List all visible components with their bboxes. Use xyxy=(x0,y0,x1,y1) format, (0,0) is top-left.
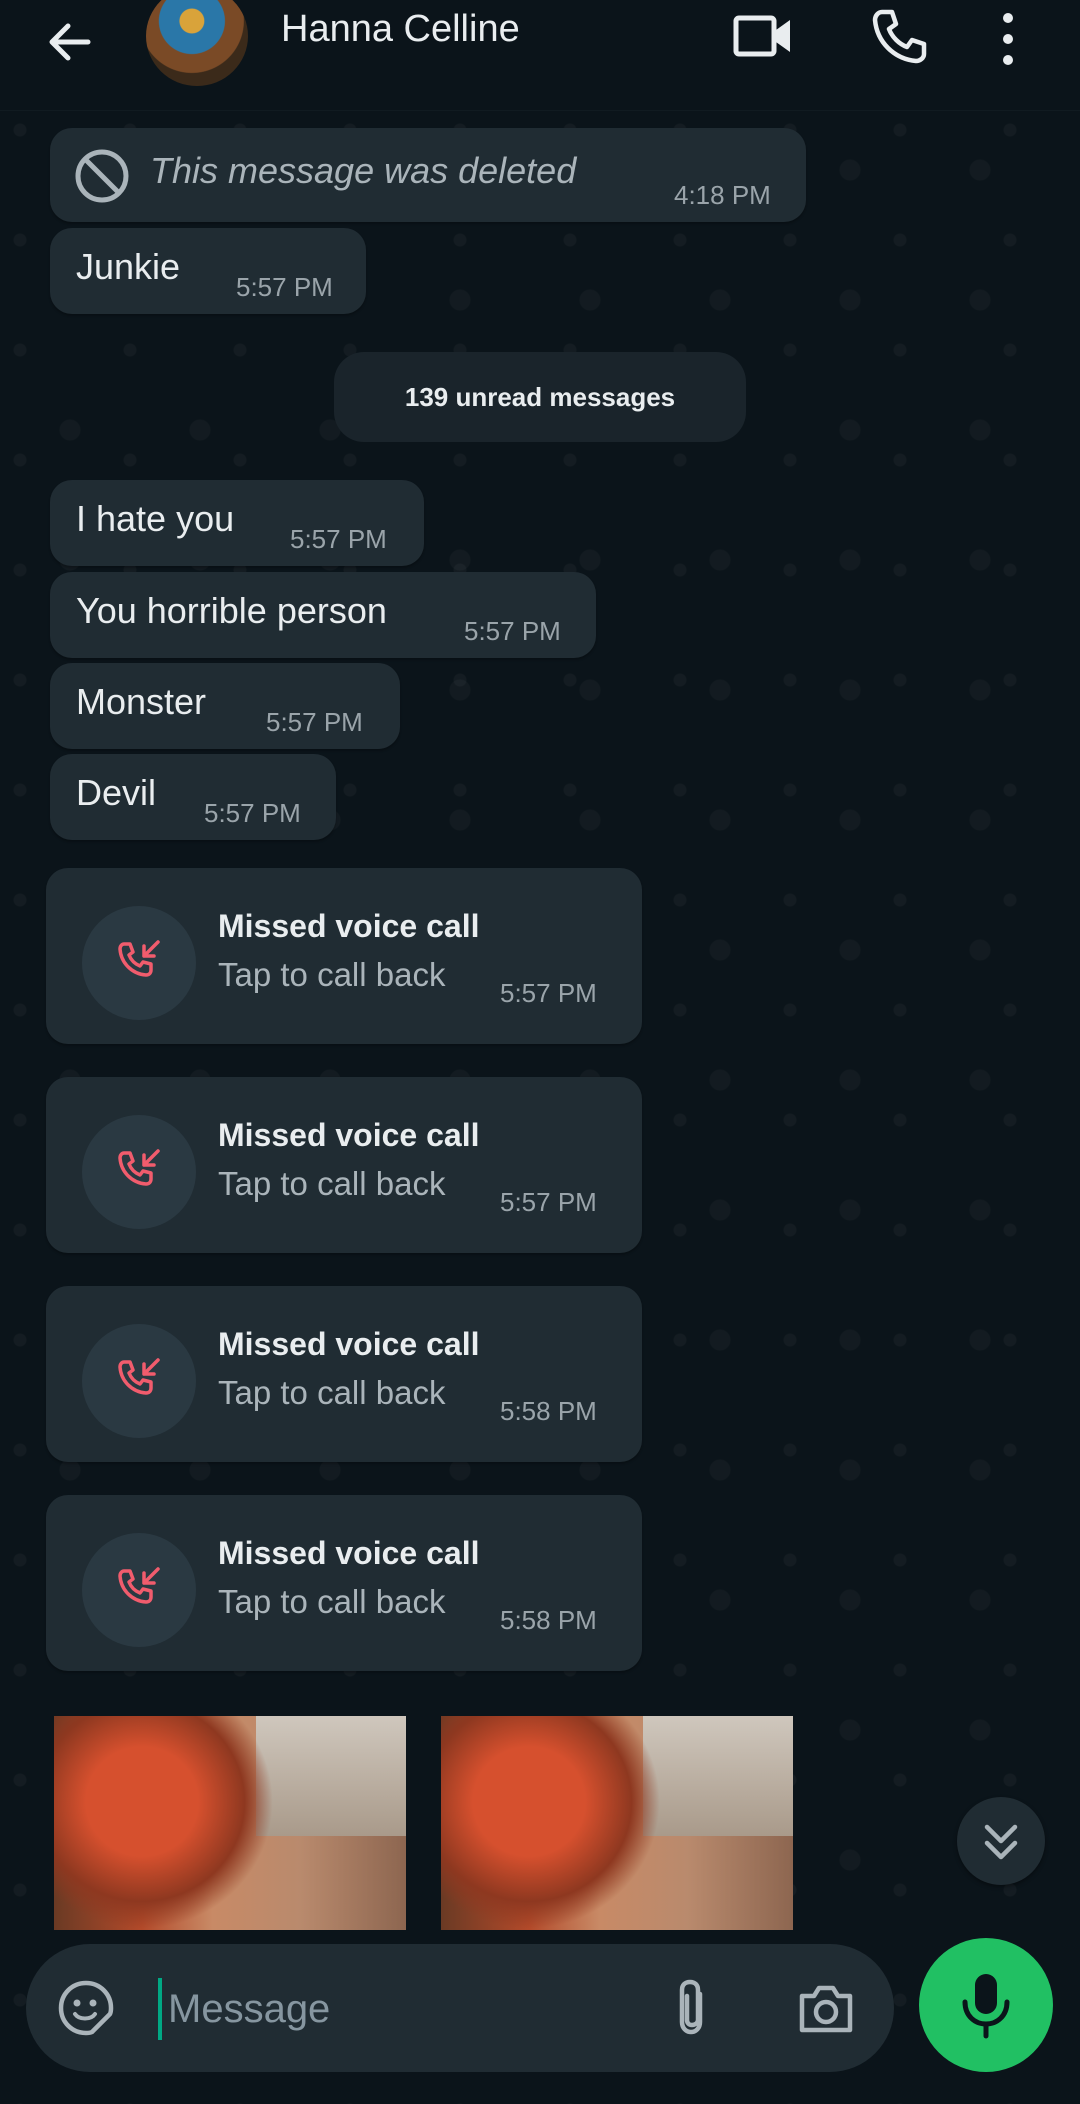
message-text: Monster xyxy=(76,681,207,722)
message-bubble[interactable]: Devil 5:57 PM xyxy=(50,754,336,840)
missed-call-card[interactable]: Missed voice call Tap to call back 5:58 … xyxy=(46,1495,642,1671)
message-input[interactable] xyxy=(158,1978,650,2040)
call-time: 5:57 PM xyxy=(500,978,597,1008)
message-text: Junkie xyxy=(76,246,181,287)
camera-icon[interactable] xyxy=(796,1980,856,2036)
contact-name[interactable]: Hanna Celline xyxy=(281,8,520,51)
message-time: 4:18 PM xyxy=(674,180,771,210)
call-subtitle: Tap to call back xyxy=(218,1374,446,1411)
mic-icon xyxy=(962,1974,1010,2039)
call-title: Missed voice call xyxy=(218,908,480,944)
attach-icon[interactable] xyxy=(666,1976,716,2040)
message-bubble[interactable]: I hate you 5:57 PM xyxy=(50,480,424,566)
message-bubble[interactable]: Monster 5:57 PM xyxy=(50,663,400,749)
missed-call-icon xyxy=(82,1115,196,1229)
call-time: 5:58 PM xyxy=(500,1396,597,1426)
missed-call-card[interactable]: Missed voice call Tap to call back 5:57 … xyxy=(46,1077,642,1253)
missed-call-icon xyxy=(82,906,196,1020)
call-time: 5:58 PM xyxy=(500,1605,597,1635)
message-time: 5:57 PM xyxy=(236,272,333,302)
call-subtitle: Tap to call back xyxy=(218,1583,446,1620)
more-vert-icon[interactable] xyxy=(988,6,1028,66)
call-title: Missed voice call xyxy=(218,1326,480,1362)
thumbnail-background xyxy=(256,1716,406,1836)
chat-header: Hanna Celline xyxy=(0,0,1080,111)
message-text: This message was deleted xyxy=(150,150,577,191)
unread-divider: 139 unread messages xyxy=(334,352,746,442)
thumbnail-subject xyxy=(54,1716,274,1930)
message-bubble[interactable]: You horrible person 5:57 PM xyxy=(50,572,596,658)
media-thumbnail[interactable] xyxy=(54,1716,406,1930)
blocked-icon xyxy=(74,148,130,204)
sticker-icon[interactable] xyxy=(56,1978,116,2038)
message-bubble[interactable]: Junkie 5:57 PM xyxy=(50,228,366,314)
missed-call-icon xyxy=(82,1533,196,1647)
voice-call-icon[interactable] xyxy=(868,6,932,66)
message-composer xyxy=(26,1944,894,2072)
voice-message-button[interactable] xyxy=(919,1938,1053,2072)
contact-avatar[interactable] xyxy=(146,0,248,86)
back-arrow-icon[interactable] xyxy=(40,12,100,72)
deleted-message-bubble[interactable]: This message was deleted 4:18 PM xyxy=(50,128,806,222)
message-text: You horrible person xyxy=(76,590,387,631)
message-text: Devil xyxy=(76,772,157,813)
message-text: I hate you xyxy=(76,498,235,539)
call-title: Missed voice call xyxy=(218,1535,480,1571)
scroll-to-bottom-button[interactable] xyxy=(957,1797,1045,1885)
media-thumbnail[interactable] xyxy=(441,1716,793,1930)
missed-call-icon xyxy=(82,1324,196,1438)
message-time: 5:57 PM xyxy=(204,798,301,828)
double-chevron-down-icon xyxy=(984,1824,1018,1860)
call-time: 5:57 PM xyxy=(500,1187,597,1217)
call-title: Missed voice call xyxy=(218,1117,480,1153)
video-call-icon[interactable] xyxy=(732,6,796,66)
message-time: 5:57 PM xyxy=(266,707,363,737)
missed-call-card[interactable]: Missed voice call Tap to call back 5:58 … xyxy=(46,1286,642,1462)
call-subtitle: Tap to call back xyxy=(218,1165,446,1202)
thumbnail-background xyxy=(643,1716,793,1836)
missed-call-card[interactable]: Missed voice call Tap to call back 5:57 … xyxy=(46,868,642,1044)
thumbnail-subject xyxy=(441,1716,661,1930)
call-subtitle: Tap to call back xyxy=(218,956,446,993)
message-time: 5:57 PM xyxy=(464,616,561,646)
message-time: 5:57 PM xyxy=(290,524,387,554)
